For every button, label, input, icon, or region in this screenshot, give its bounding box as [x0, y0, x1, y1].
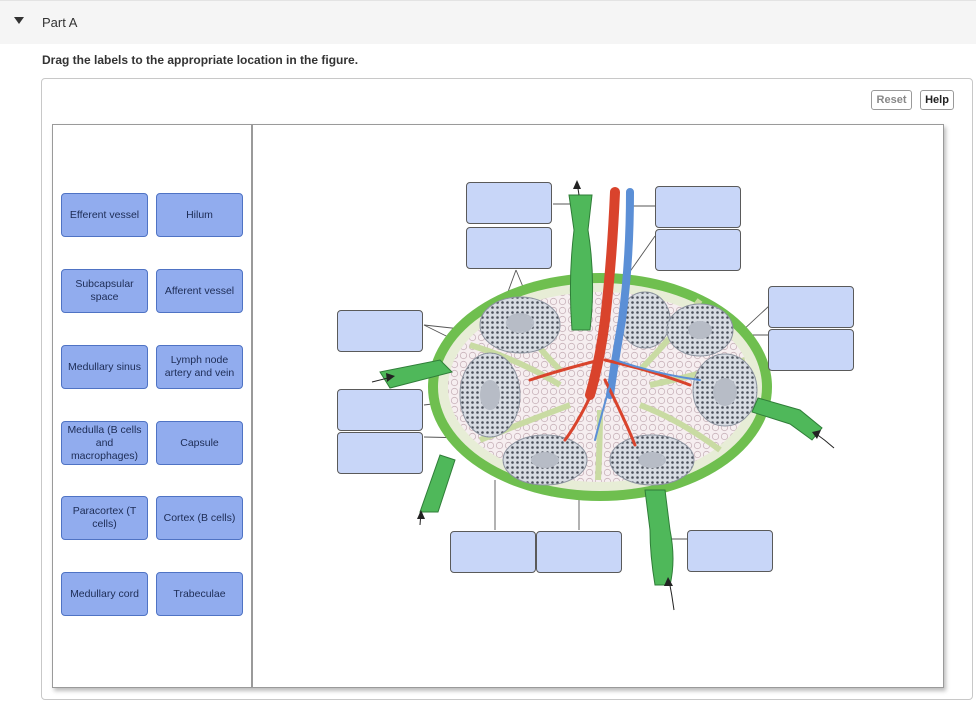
drop-target-12[interactable] — [687, 530, 773, 572]
drop-target-5[interactable] — [768, 286, 854, 328]
drop-target-8[interactable] — [337, 389, 423, 431]
drop-target-4[interactable] — [655, 229, 741, 271]
drop-target-1[interactable] — [466, 182, 552, 224]
drop-target-7[interactable] — [337, 310, 423, 352]
drop-target-9[interactable] — [337, 432, 423, 474]
drop-target-3[interactable] — [655, 186, 741, 228]
drop-target-6[interactable] — [768, 329, 854, 371]
drop-target-10[interactable] — [450, 531, 536, 573]
drop-target-2[interactable] — [466, 227, 552, 269]
drop-target-11[interactable] — [536, 531, 622, 573]
